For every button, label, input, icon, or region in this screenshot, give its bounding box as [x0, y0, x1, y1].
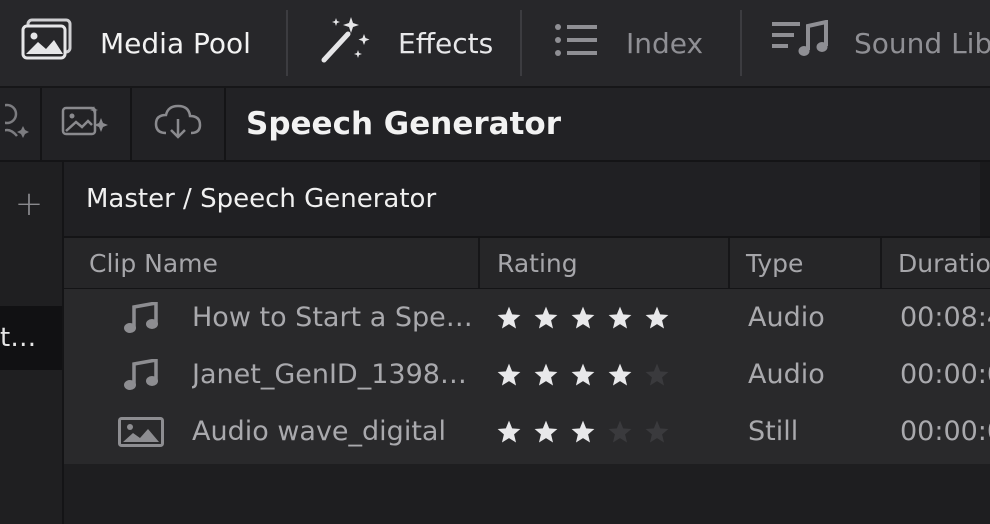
star-icon [645, 306, 669, 329]
sound-library-label: Sound Lib [854, 26, 990, 60]
bin-item-label: t… [0, 323, 37, 353]
sparkle-person-icon [0, 102, 35, 146]
effects-label: Effects [398, 26, 494, 60]
star-icon [534, 420, 558, 443]
star-icon [497, 420, 521, 443]
bin-title: Speech Generator [246, 106, 561, 142]
sound-library-tab[interactable]: Sound Lib [772, 0, 990, 86]
column-header-rating[interactable]: Rating [480, 238, 730, 288]
toolbar-divider [286, 10, 288, 76]
table-row[interactable]: Audio wave_digital Still 00:00:0 [64, 403, 990, 460]
rating-stars[interactable] [496, 289, 726, 346]
empty-clip-area[interactable] [64, 464, 990, 524]
star-icon [534, 306, 558, 329]
image-generate-button[interactable] [40, 88, 132, 160]
star-icon [534, 363, 558, 386]
audio-note-icon [114, 289, 168, 346]
magic-wand-icon [318, 14, 372, 73]
column-header-type[interactable]: Type [730, 238, 882, 288]
clip-duration: 00:00:0 [900, 416, 990, 447]
image-sparkle-icon [61, 104, 109, 144]
cloud-download-button[interactable] [132, 88, 226, 160]
star-empty-icon [645, 363, 669, 386]
add-bin-button[interactable]: + [0, 184, 58, 224]
table-row[interactable]: Janet_GenID_1398… Audio 00:00:0 [64, 346, 990, 403]
index-tab[interactable]: Index [554, 0, 703, 86]
panel-edge [980, 162, 990, 236]
toolbar-divider [740, 10, 742, 76]
media-pool-label: Media Pool [100, 26, 251, 60]
table-header: Clip Name Rating Type Duratio [64, 238, 990, 289]
star-icon [571, 420, 595, 443]
star-icon [497, 306, 521, 329]
column-header-duration[interactable]: Duratio [882, 238, 990, 288]
star-icon [571, 306, 595, 329]
clip-name: Janet_GenID_1398… [192, 359, 467, 390]
star-icon [608, 306, 632, 329]
breadcrumb: Master / Speech Generator [64, 162, 990, 238]
clip-duration: 00:08:4 [900, 302, 990, 333]
star-rating [496, 362, 670, 388]
clip-type: Audio [748, 359, 825, 390]
cloud-download-icon [154, 103, 202, 145]
image-icon [114, 403, 168, 460]
clip-table-body: How to Start a Spe… Audio 00:08:4 [64, 289, 990, 464]
star-icon [571, 363, 595, 386]
star-icon [497, 363, 521, 386]
breadcrumb-path: Master / Speech Generator [86, 184, 437, 214]
bin-item-selected[interactable]: t… [0, 306, 62, 370]
table-row[interactable]: How to Start a Spe… Audio 00:08:4 [64, 289, 990, 346]
column-header-clip-name[interactable]: Clip Name [64, 238, 480, 288]
rating-stars[interactable] [496, 403, 726, 460]
toolbar-divider [520, 10, 522, 76]
media-pool-icon [20, 18, 74, 69]
rating-stars[interactable] [496, 346, 726, 403]
star-rating [496, 419, 670, 445]
star-icon [608, 363, 632, 386]
sound-library-icon [772, 19, 828, 67]
bin-list-panel: + t… [0, 162, 64, 524]
star-empty-icon [645, 420, 669, 443]
clip-type: Audio [748, 302, 825, 333]
index-label: Index [626, 26, 704, 60]
clip-name: Audio wave_digital [192, 416, 446, 447]
media-pool-header: Speech Generator [0, 88, 990, 162]
clip-name: How to Start a Spe… [192, 302, 473, 333]
clip-duration: 00:00:0 [900, 359, 990, 390]
effects-tab[interactable]: Effects [318, 0, 493, 86]
clip-list-panel: Master / Speech Generator Clip Name Rati… [64, 162, 990, 524]
list-icon [554, 23, 600, 64]
generate-button[interactable] [0, 88, 42, 160]
star-empty-icon [608, 420, 632, 443]
panel-toolbar: Media Pool Effects Index Sound Lib [0, 0, 990, 88]
audio-note-icon [114, 346, 168, 403]
media-pool-tab[interactable]: Media Pool [20, 0, 251, 86]
star-rating [496, 305, 670, 331]
clip-type: Still [748, 416, 799, 447]
